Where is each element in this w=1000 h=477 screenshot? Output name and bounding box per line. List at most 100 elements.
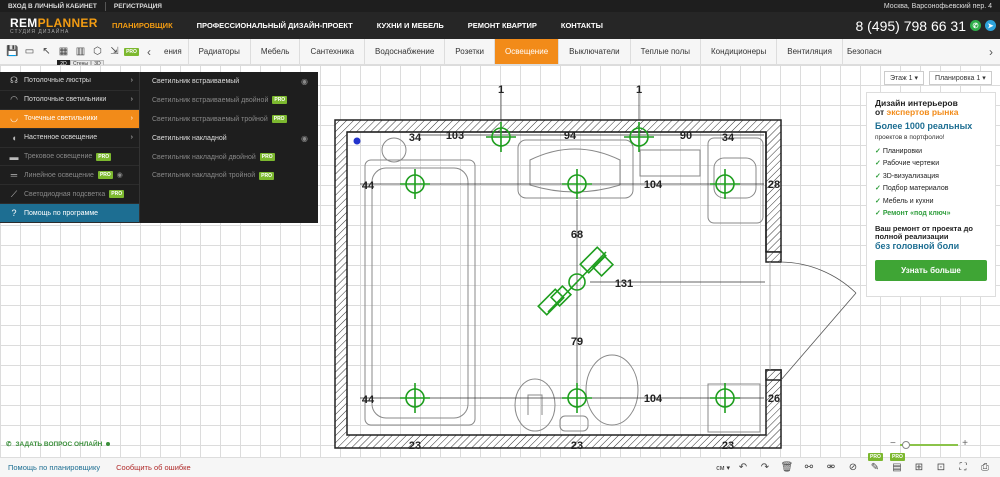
floor-selectors: Этаж 1 ▾ Планировка 1 ▾ — [884, 71, 992, 85]
unlink-icon[interactable]: ⚮ — [822, 462, 840, 473]
menu-item-help[interactable]: ? Помощь по программе — [0, 204, 139, 224]
ad-title-highlight: экспертов рынка — [886, 107, 959, 118]
chevron-right-icon: › — [130, 96, 133, 104]
dim-label: 26 — [768, 393, 780, 405]
linear-light-icon: ═ — [10, 170, 18, 181]
dim-label: 44 — [362, 180, 375, 192]
chandelier-icon: ☊ — [10, 75, 18, 86]
layout-select[interactable]: Планировка 1 ▾ — [929, 71, 992, 85]
chat-icon: ✆ — [6, 441, 12, 448]
fullscreen-icon[interactable]: ⛶ — [954, 462, 972, 473]
menu-item-chandeliers[interactable]: ☊ Потолочные люстры › — [0, 72, 139, 91]
option-label: Светильник накладной — [152, 134, 227, 142]
eye-icon[interactable]: ◉ — [301, 134, 308, 143]
dim-label: 104 — [644, 393, 663, 405]
chevron-right-icon: › — [130, 134, 133, 142]
menu-item-ceiling-lights[interactable]: ◠ Потолочные светильники › — [0, 91, 139, 110]
chat-online[interactable]: ✆ ЗАДАТЬ ВОПРОС ОНЛАЙН — [6, 440, 111, 448]
option-recessed[interactable]: Светильник встраиваемый ◉ — [140, 72, 318, 91]
dim-label: 131 — [615, 278, 633, 290]
spotlight-icon: ◡ — [10, 113, 18, 124]
track-light-icon: ▬ — [9, 151, 19, 162]
report-bug-link[interactable]: Сообщить об ошибке — [116, 463, 191, 472]
dim-label: 94 — [564, 130, 577, 142]
grid-icon[interactable]: ⊞ — [910, 462, 928, 473]
ad-subheadline: проектов в портфолио! — [875, 133, 945, 141]
delete-icon[interactable]: 🗑 — [778, 462, 796, 473]
print-icon[interactable]: ⎙ — [976, 462, 994, 473]
dim-label: 68 — [571, 229, 583, 241]
redo-icon[interactable]: ↷ — [756, 462, 774, 473]
undo-icon[interactable]: ↶ — [734, 462, 752, 473]
spotlight-icon — [710, 383, 740, 413]
menu-item-linear-lights[interactable]: ═ Линейное освещение PRO ◉ — [0, 166, 139, 186]
option-label: Светильник накладной тройной — [152, 172, 256, 180]
option-surface[interactable]: Светильник накладной ◉ — [140, 129, 318, 148]
menu-item-label: Настенное освещение — [24, 134, 98, 142]
dim-label: 28 — [768, 179, 780, 191]
ad-title-prefix: от — [875, 107, 887, 118]
online-indicator-icon — [106, 442, 111, 446]
pro-badge: PRO — [96, 152, 112, 161]
spotlight-options: Светильник встраиваемый ◉ Светильник встр… — [140, 72, 318, 223]
lighting-menu: ☊ Потолочные люстры › ◠ Потолочные светильн… — [0, 72, 318, 224]
menu-item-label: Потолочные люстры — [24, 77, 91, 85]
option-label: Светильник встраиваемый тройной — [152, 115, 268, 123]
dim-label: 23 — [409, 440, 421, 452]
pro-badge: PRO — [271, 115, 287, 124]
menu-item-label: Линейное освещение — [24, 171, 94, 179]
dim-label: 1 — [636, 84, 642, 96]
spotlight-icon — [562, 383, 592, 413]
menu-item-track-lights[interactable]: ▬ Трековое освещение PRO — [0, 148, 139, 167]
zoom-out-icon[interactable]: − — [890, 438, 896, 449]
menu-item-label: Светодиодная подсветка — [24, 190, 106, 198]
dim-label: 23 — [571, 440, 583, 452]
pro-badge: PRO — [259, 153, 275, 161]
ad-feature: Рабочие чертежи — [875, 158, 987, 171]
zoom-fit-icon[interactable]: ⊡ — [932, 462, 950, 473]
ad-feature: Планировки — [875, 146, 987, 159]
pro-badge: PRO — [272, 96, 288, 105]
wall-light-icon: ◖ — [11, 132, 17, 143]
option-label: Светильник встраиваемый двойной — [152, 96, 269, 104]
option-surface-double[interactable]: Светильник накладной двойной PRO — [140, 148, 318, 167]
floor-select[interactable]: Этаж 1 ▾ — [884, 71, 925, 85]
link-icon[interactable]: ⚯ — [800, 462, 818, 473]
ad-banner: Дизайн интерьеров от экспертов рынка Бол… — [866, 92, 996, 297]
option-recessed-triple[interactable]: Светильник встраиваемый тройной PRO — [140, 110, 318, 129]
eye-icon[interactable]: ◉ — [117, 171, 123, 179]
floor-select-value: Этаж 1 — [890, 75, 913, 82]
chevron-right-icon: › — [130, 77, 133, 85]
help-icon: ? — [11, 208, 17, 219]
lighting-categories: ☊ Потолочные люстры › ◠ Потолочные светильн… — [0, 72, 140, 224]
unit-value: см — [716, 464, 725, 472]
menu-item-wall-lights[interactable]: ◖ Настенное освещение › — [0, 129, 139, 148]
zoom-in-icon[interactable]: + — [962, 438, 968, 449]
zoom-handle[interactable] — [902, 441, 910, 449]
ad-promise-highlight: без головной боли — [875, 240, 960, 251]
option-surface-triple[interactable]: Светильник накладной тройной PRO — [140, 166, 318, 185]
led-strip-icon: ⟋ — [10, 188, 18, 199]
menu-item-led-strip[interactable]: ⟋ Светодиодная подсветка PRO — [0, 185, 139, 205]
zoom-slider[interactable]: − + — [890, 438, 968, 450]
marker-icon[interactable] — [353, 137, 361, 145]
menu-item-spotlights[interactable]: ◡ Точечные светильники › — [0, 109, 139, 129]
dim-label: 44 — [362, 394, 375, 406]
eye-icon[interactable]: ◉ — [301, 77, 308, 86]
chevron-right-icon: › — [130, 115, 133, 123]
brush-icon[interactable]: ✎ PRO — [866, 453, 884, 473]
lights[interactable] — [400, 122, 740, 413]
fixtures — [364, 137, 764, 433]
hide-icon[interactable]: ⊘ — [844, 462, 862, 473]
unit-select[interactable]: см ▾ — [716, 464, 730, 472]
ad-feature: Мебель и кухни — [875, 196, 987, 209]
menu-item-label: Помощь по программе — [24, 209, 99, 217]
dim-label: 103 — [446, 130, 464, 142]
pro-badge: PRO — [259, 171, 274, 180]
option-recessed-double[interactable]: Светильник встраиваемый двойной PRO — [140, 91, 318, 110]
help-link[interactable]: Помощь по планировщику — [8, 463, 100, 472]
dim-label: 1 — [498, 84, 504, 96]
ad-promise: Ваш ремонт от проекта до полной реализац… — [875, 223, 973, 242]
paint-icon[interactable]: ▤ PRO — [888, 453, 906, 473]
learn-more-button[interactable]: Узнать больше — [875, 259, 987, 281]
